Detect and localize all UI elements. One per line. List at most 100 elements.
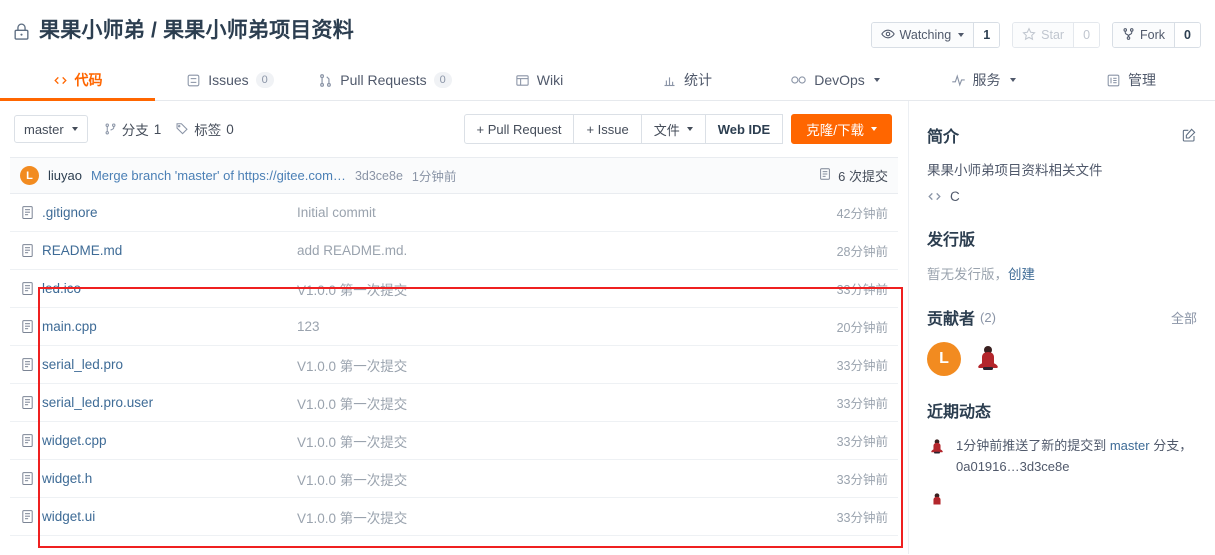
page-body: master 分支 1 标签 0 + Pull Request + Issue … <box>0 101 1215 554</box>
tab-statistics-label: 统计 <box>684 72 712 88</box>
web-ide-button[interactable]: Web IDE <box>704 114 784 144</box>
releases-empty-row: 暂无发行版，创建 <box>927 263 1197 283</box>
repo-toolbar: master 分支 1 标签 0 + Pull Request + Issue … <box>8 101 900 157</box>
chevron-down-icon <box>871 127 877 131</box>
tags-count: 0 <box>226 121 234 137</box>
watch-button[interactable]: Watching <box>871 23 974 47</box>
avatar[interactable]: L <box>927 342 961 376</box>
repo-full-name[interactable]: 果果小师弟 / 果果小师弟项目资料 <box>39 18 354 44</box>
star-button[interactable]: Star <box>1013 23 1074 47</box>
file-commit-time: 33分钟前 <box>836 397 888 411</box>
file-commit-message[interactable]: V1.0.0 第一次提交 <box>297 469 837 489</box>
sidebar-section-activity: 近期动态 1分钟前推送了新的提交到 master 分支，0a01916…3d3c… <box>927 398 1197 511</box>
issue-icon <box>186 73 201 88</box>
commit-message[interactable]: Merge branch 'master' of https://gitee.c… <box>91 168 346 183</box>
file-commit-message[interactable]: Initial commit <box>297 205 837 220</box>
fork-button-group[interactable]: Fork 0 <box>1112 22 1201 48</box>
tab-statistics[interactable]: 统计 <box>613 60 761 100</box>
repo-header: 果果小师弟 / 果果小师弟项目资料 Watching 1 Star 0 Fork… <box>0 0 1215 60</box>
file-commit-time: 33分钟前 <box>836 473 888 487</box>
commit-time: 1分钟前 <box>411 170 457 184</box>
table-row[interactable]: widget.ui V1.0.0 第一次提交 33分钟前 <box>10 498 898 536</box>
table-row[interactable]: widget.h V1.0.0 第一次提交 33分钟前 <box>10 460 898 498</box>
eye-icon <box>880 27 895 44</box>
language-label[interactable]: C <box>950 189 960 204</box>
watch-button-group[interactable]: Watching 1 <box>870 22 1001 48</box>
files-dropdown-button[interactable]: 文件 <box>640 114 706 144</box>
file-commit-message[interactable]: V1.0.0 第一次提交 <box>297 507 837 527</box>
fork-icon <box>1122 27 1135 44</box>
file-name[interactable]: serial_led.pro <box>42 357 297 372</box>
star-button-group[interactable]: Star 0 <box>1012 22 1101 48</box>
commit-author[interactable]: liuyao <box>48 168 82 183</box>
commit-sha[interactable]: 3d3ce8e <box>355 169 403 183</box>
tab-services[interactable]: 服务 <box>909 60 1057 100</box>
branches-link[interactable]: 分支 1 <box>104 119 162 139</box>
activity-text: 1分钟前推送了新的提交到 master 分支，0a01916…3d3ce8e <box>956 435 1197 477</box>
edit-icon[interactable] <box>1181 127 1197 143</box>
table-row[interactable]: led.ico V1.0.0 第一次提交 33分钟前 <box>10 270 898 308</box>
file-name[interactable]: serial_led.pro.user <box>42 395 297 410</box>
activity-title: 近期动态 <box>927 404 992 421</box>
chevron-down-icon <box>686 127 693 131</box>
file-name[interactable]: .gitignore <box>42 205 297 220</box>
list-item <box>927 489 1197 511</box>
new-pull-request-button[interactable]: + Pull Request <box>463 114 575 144</box>
contributors-all-link[interactable]: 全部 <box>1171 308 1197 327</box>
file-commit-message[interactable]: V1.0.0 第一次提交 <box>297 393 837 413</box>
watch-count[interactable]: 1 <box>973 23 1000 47</box>
file-icon <box>20 509 42 524</box>
file-commit-message[interactable]: V1.0.0 第一次提交 <box>297 279 837 299</box>
file-icon <box>20 205 42 220</box>
file-icon <box>20 471 42 486</box>
star-count[interactable]: 0 <box>1073 23 1100 47</box>
tab-devops[interactable]: DevOps <box>761 60 909 100</box>
history-icon <box>818 167 832 184</box>
branch-icon <box>104 122 117 136</box>
fork-count[interactable]: 0 <box>1174 23 1200 47</box>
activity-branch-link[interactable]: master <box>1110 438 1150 453</box>
tab-code[interactable]: 代码 <box>0 60 155 101</box>
repo-nav-tabs: 代码 Issues 0 Pull Requests 0 Wiki 统计 DevO… <box>0 60 1215 101</box>
table-row[interactable]: main.cpp 123 20分钟前 <box>10 308 898 346</box>
file-name[interactable]: widget.h <box>42 471 297 486</box>
intro-title-row: 简介 <box>927 123 1197 147</box>
sidebar-section-contributors: 贡献者 (2) 全部 L <box>927 305 1197 376</box>
create-release-link[interactable]: 创建 <box>1008 267 1035 282</box>
table-row[interactable]: serial_led.pro.user V1.0.0 第一次提交 33分钟前 <box>10 384 898 422</box>
file-name[interactable]: widget.ui <box>42 509 297 524</box>
avatar[interactable] <box>927 437 947 457</box>
table-row[interactable]: widget.cpp V1.0.0 第一次提交 33分钟前 <box>10 422 898 460</box>
tab-manage[interactable]: 管理 <box>1057 60 1205 100</box>
tags-link[interactable]: 标签 0 <box>175 119 234 139</box>
tab-code-label: 代码 <box>74 72 103 88</box>
primary-language: C <box>927 189 1197 204</box>
commits-link[interactable]: 6 次提交 <box>818 166 888 185</box>
settings-icon <box>1106 73 1121 88</box>
fork-button[interactable]: Fork <box>1113 23 1175 47</box>
avatar[interactable] <box>927 491 947 511</box>
tab-manage-label: 管理 <box>1128 72 1156 88</box>
branch-selector[interactable]: master <box>14 115 88 143</box>
file-icon <box>20 281 42 296</box>
branches-count: 1 <box>153 121 162 137</box>
tab-issues[interactable]: Issues 0 <box>155 60 305 100</box>
contributors-title: 贡献者 <box>927 311 976 328</box>
clone-download-button[interactable]: 克隆/下载 <box>791 114 892 144</box>
new-issue-button[interactable]: + Issue <box>573 114 642 144</box>
file-name[interactable]: widget.cpp <box>42 433 297 448</box>
tab-wiki[interactable]: Wiki <box>465 60 613 100</box>
tab-pull-requests[interactable]: Pull Requests 0 <box>305 60 465 100</box>
table-row[interactable]: README.md add README.md. 28分钟前 <box>10 232 898 270</box>
file-name[interactable]: main.cpp <box>42 319 297 334</box>
table-row[interactable]: serial_led.pro V1.0.0 第一次提交 33分钟前 <box>10 346 898 384</box>
avatar[interactable]: L <box>20 166 39 185</box>
file-commit-message[interactable]: V1.0.0 第一次提交 <box>297 355 837 375</box>
file-commit-message[interactable]: 123 <box>297 319 837 334</box>
file-commit-message[interactable]: add README.md. <box>297 243 837 258</box>
avatar[interactable] <box>971 342 1005 376</box>
file-commit-message[interactable]: V1.0.0 第一次提交 <box>297 431 837 451</box>
file-name[interactable]: led.ico <box>42 281 297 296</box>
table-row[interactable]: .gitignore Initial commit 42分钟前 <box>10 194 898 232</box>
file-name[interactable]: README.md <box>42 243 297 258</box>
